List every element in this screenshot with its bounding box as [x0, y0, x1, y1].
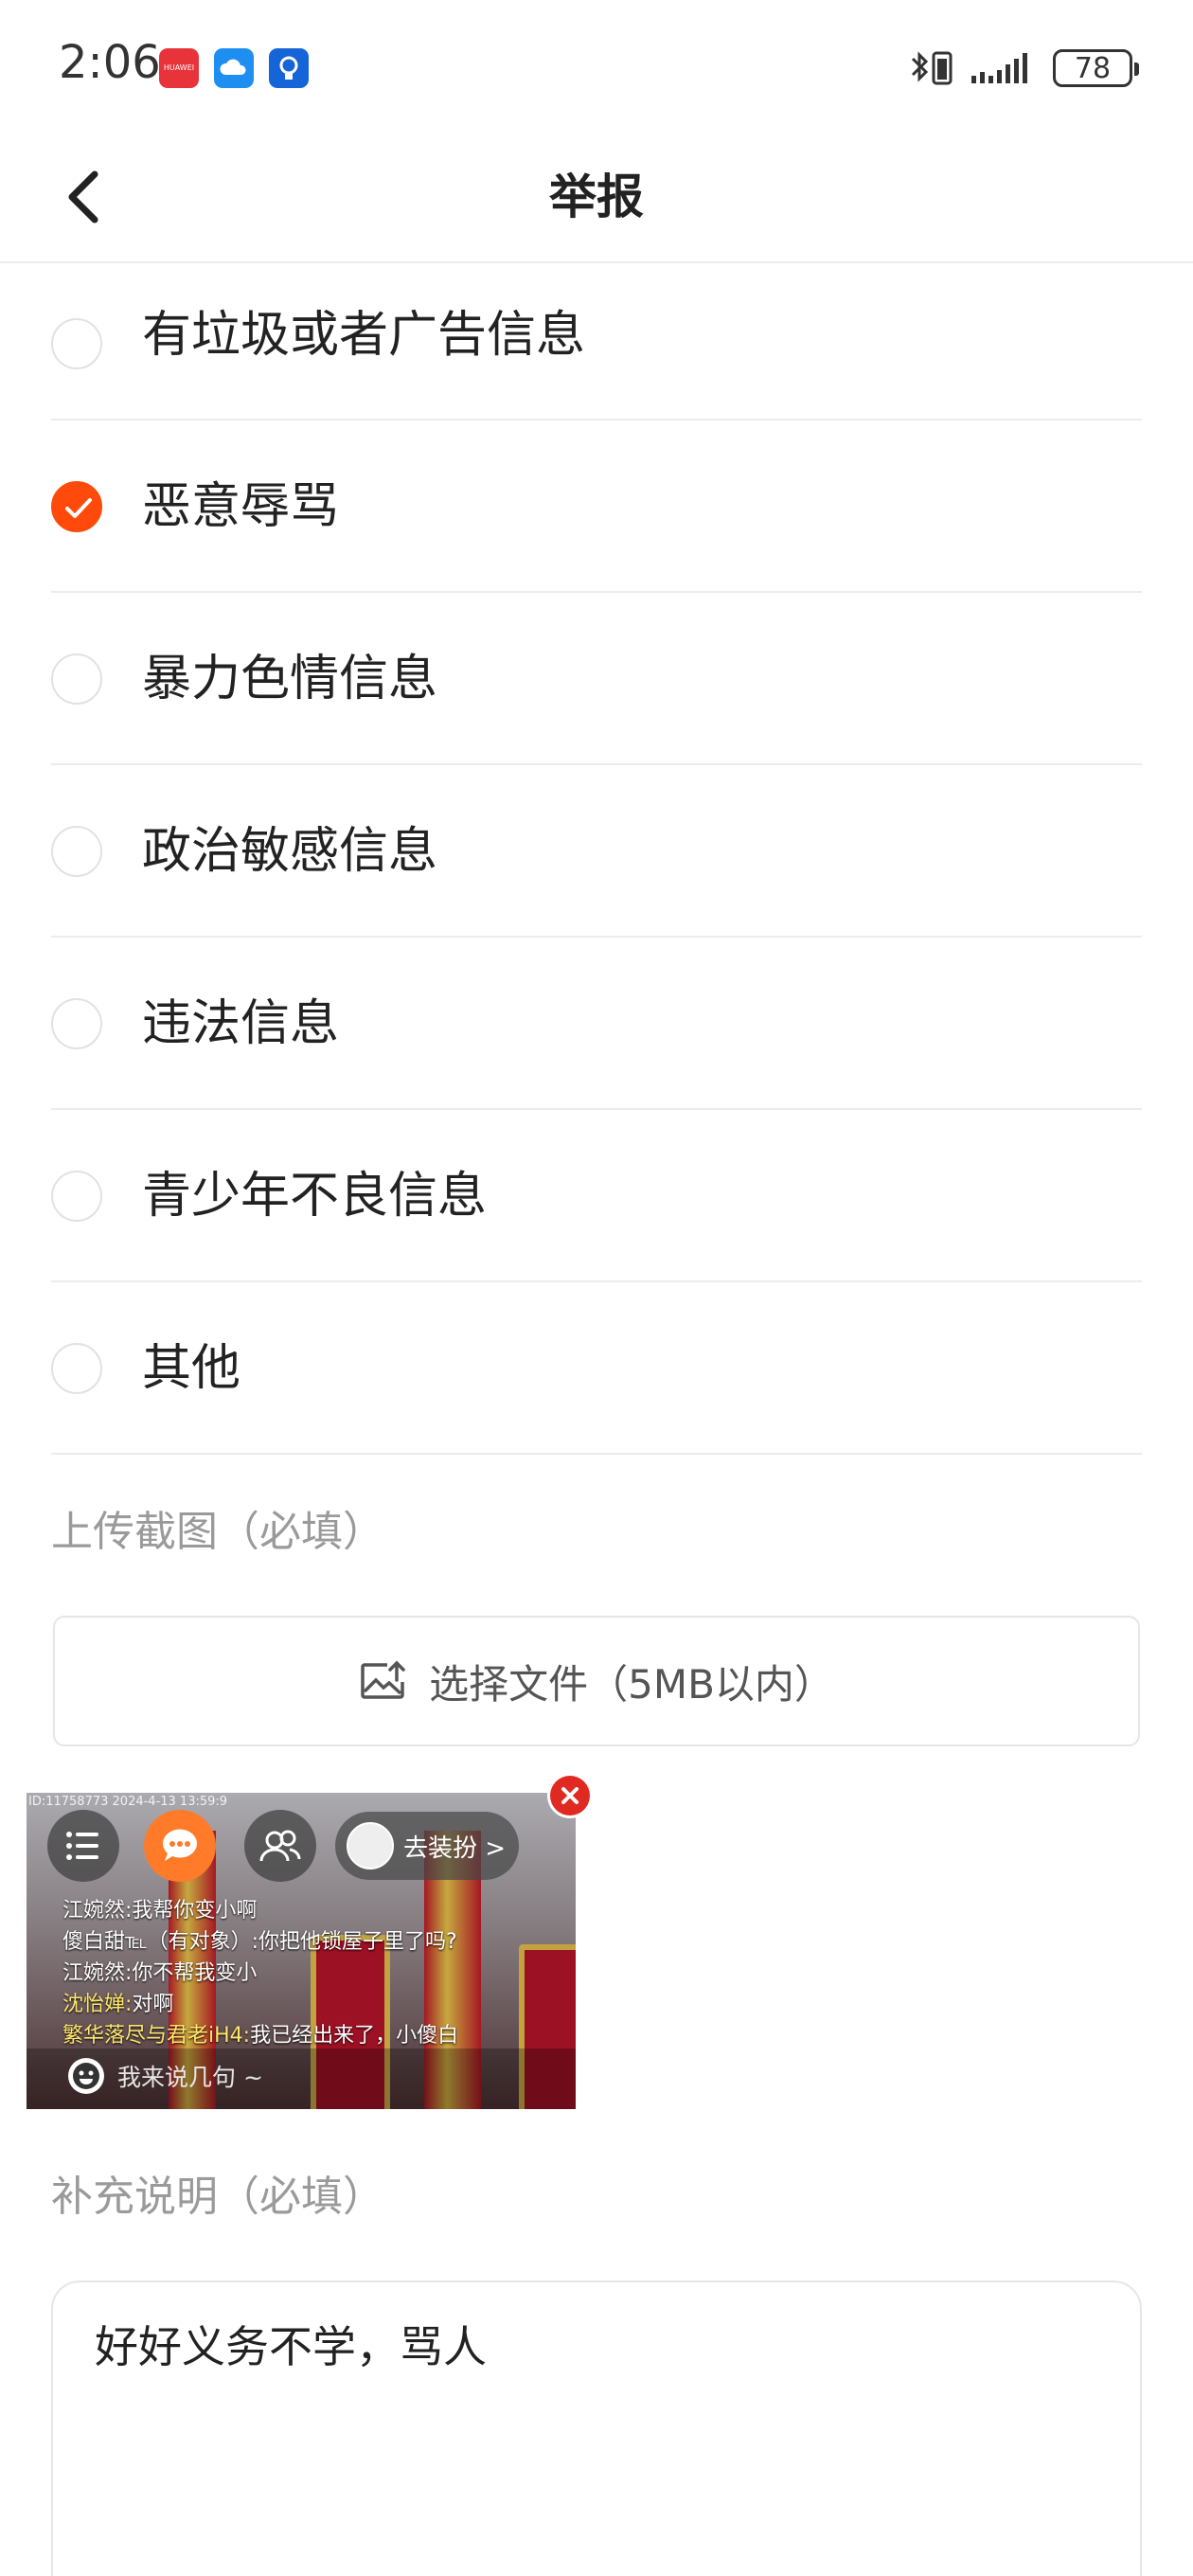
status-bar: 2:06 HUAWEI 78 — [0, 0, 1193, 133]
chat-message: 江婉然:我帮你变小啊 — [62, 1895, 458, 1926]
chat-name: 江婉然: — [62, 1899, 133, 1923]
chat-name: 江婉然: — [62, 1961, 133, 1985]
thumbnail-chat-input: 我来说几句 ~ — [68, 2058, 263, 2094]
bluetooth-battery-icon — [911, 51, 953, 85]
status-right: 78 — [909, 44, 1139, 93]
radio-button-checked[interactable] — [51, 481, 102, 532]
option-abuse[interactable]: 恶意辱骂 — [51, 420, 1142, 593]
delete-thumbnail-button[interactable] — [547, 1773, 593, 1818]
chat-name: 繁华落尽与君老iH4: — [62, 2024, 251, 2048]
chat-message: 傻白甜℡（有对象）:你把他锁屋子里了吗? — [62, 1926, 458, 1958]
signal-icon — [971, 53, 1027, 83]
upload-section-label: 上传截图（必填） — [51, 1508, 384, 1556]
chat-text: 你不帮我变小 — [132, 1961, 258, 1985]
lightbulb-icon — [269, 48, 309, 88]
radio-button[interactable] — [51, 318, 102, 369]
chat-text: 我帮你变小啊 — [132, 1899, 258, 1923]
option-label: 政治敏感信息 — [142, 823, 438, 880]
option-label: 违法信息 — [142, 995, 340, 1052]
thumbnail-input-placeholder: 我来说几句 ~ — [117, 2064, 263, 2091]
option-violence-porn[interactable]: 暴力色情信息 — [51, 593, 1142, 765]
chat-name: 沈怡婵: — [62, 1993, 133, 2016]
chat-text: 你把他锁屋子里了吗? — [258, 1930, 457, 1954]
top-bar: 举报 — [0, 133, 1193, 263]
image-upload-icon — [361, 1660, 405, 1699]
friends-icon — [244, 1810, 316, 1882]
option-minors[interactable]: 青少年不良信息 — [51, 1110, 1142, 1282]
choose-file-button[interactable]: 选择文件（5MB以内） — [53, 1616, 1140, 1746]
decorate-label: 去装扮 > — [403, 1834, 507, 1863]
page-title: 举报 — [549, 170, 644, 224]
radio-button[interactable] — [51, 1343, 102, 1394]
status-time: 2:06 — [59, 36, 161, 89]
close-icon — [550, 1776, 590, 1816]
chat-message: 江婉然:你不帮我变小 — [62, 1958, 458, 1989]
checkmark-icon — [65, 498, 92, 518]
thumbnail-meta: ID:11758773 2024-4-13 13:59:9 — [28, 1795, 228, 1809]
option-illegal[interactable]: 违法信息 — [51, 938, 1142, 1110]
chat-messages: 江婉然:我帮你变小啊 傻白甜℡（有对象）:你把他锁屋子里了吗? 江婉然:你不帮我… — [62, 1895, 458, 2051]
option-label: 恶意辱骂 — [142, 478, 340, 535]
chat-message: 繁华落尽与君老iH4:我已经出来了，小傻白 — [62, 2020, 458, 2051]
radio-button[interactable] — [51, 998, 102, 1049]
option-other[interactable]: 其他 — [51, 1282, 1142, 1455]
choose-file-label: 选择文件（5MB以内） — [429, 1660, 834, 1708]
uploaded-screenshot-thumbnail[interactable]: ID:11758773 2024-4-13 13:59:9 去装扮 > 江婉然:… — [27, 1793, 576, 2109]
option-label: 暴力色情信息 — [142, 651, 438, 707]
menu-icon — [47, 1810, 119, 1882]
option-label: 有垃圾或者广告信息 — [142, 307, 586, 364]
smile-icon — [68, 2058, 104, 2094]
description-value: 好好义务不学，骂人 — [95, 2321, 487, 2372]
option-spam[interactable]: 有垃圾或者广告信息 — [51, 265, 1142, 420]
report-reason-list: 有垃圾或者广告信息 恶意辱骂 暴力色情信息 政治敏感信息 违法信息 青少年不良信… — [51, 265, 1142, 1455]
radio-button[interactable] — [51, 653, 102, 705]
option-label: 青少年不良信息 — [142, 1168, 488, 1225]
decorate-button: 去装扮 > — [335, 1812, 519, 1880]
avatar — [347, 1822, 394, 1869]
option-label: 其他 — [142, 1340, 241, 1397]
battery-indicator: 78 — [1053, 49, 1139, 87]
radio-button[interactable] — [51, 1171, 102, 1222]
huawei-store-icon-text: HUAWEI — [163, 63, 195, 72]
chat-bubble-icon — [144, 1810, 216, 1882]
chat-name: 傻白甜℡（有对象）: — [62, 1930, 259, 1954]
radio-button[interactable] — [51, 826, 102, 877]
description-section-label: 补充说明（必填） — [51, 2173, 384, 2221]
description-textarea[interactable]: 好好义务不学，骂人 — [51, 2281, 1142, 2576]
option-political[interactable]: 政治敏感信息 — [51, 765, 1142, 938]
chat-message: 沈怡婵:对啊 — [62, 1989, 458, 2020]
chat-text: 对啊 — [132, 1993, 174, 2016]
huawei-store-icon: HUAWEI — [159, 48, 199, 88]
cloud-icon — [214, 48, 254, 88]
chat-text: 我已经出来了，小傻白 — [250, 2024, 459, 2048]
